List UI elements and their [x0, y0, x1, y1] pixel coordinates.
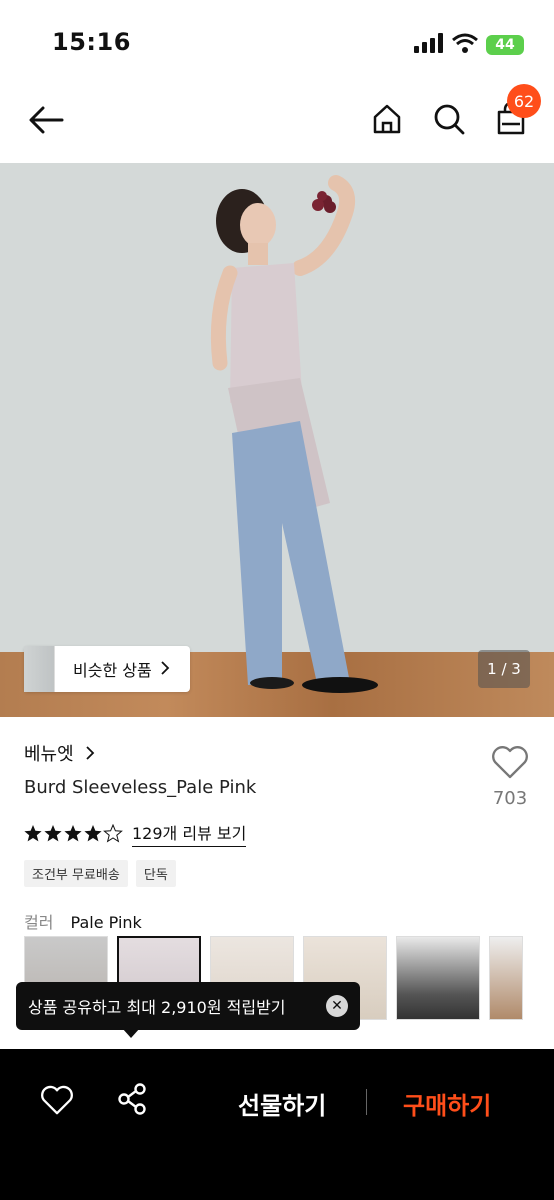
color-value: Pale Pink [70, 913, 142, 932]
buy-button[interactable]: 구매하기 [403, 1086, 491, 1121]
model-illustration [210, 175, 378, 693]
status-bar: 15:16 44 [0, 0, 554, 80]
heart-icon [491, 746, 529, 783]
status-icons: 44 [414, 33, 524, 57]
close-icon[interactable]: ✕ [326, 995, 348, 1017]
color-swatch[interactable] [489, 936, 523, 1020]
brand-link[interactable]: 베뉴엣 [24, 740, 95, 766]
signal-icon [414, 33, 444, 57]
heart-icon[interactable] [38, 1083, 76, 1117]
tooltip-arrow [122, 1028, 140, 1038]
color-option-row: 컬러 Pale Pink [24, 909, 142, 933]
product-tags: 조건부 무료배송 단독 [24, 860, 176, 887]
like-button[interactable] [488, 745, 532, 783]
tooltip-text: 상품 공유하고 최대 2,910원 적립받기 [28, 998, 286, 1017]
cart-count-badge: 62 [507, 84, 541, 118]
tag-free-shipping: 조건부 무료배송 [24, 860, 128, 887]
back-icon[interactable] [26, 100, 66, 140]
product-image[interactable]: 비슷한 상품 1 / 3 [0, 163, 554, 717]
status-time: 15:16 [52, 28, 131, 56]
tag-exclusive: 단독 [135, 860, 176, 887]
similar-thumbnail [24, 646, 55, 692]
action-divider [366, 1089, 367, 1115]
rating-row: 129개 리뷰 보기 [24, 820, 247, 847]
similar-products-label: 비슷한 상품 [73, 661, 152, 680]
share-icon[interactable] [114, 1081, 150, 1117]
search-icon[interactable] [430, 100, 468, 138]
star-rating [24, 823, 123, 842]
color-key-label: 컬러 [24, 913, 54, 932]
image-page-counter: 1 / 3 [478, 650, 530, 688]
gift-button[interactable]: 선물하기 [238, 1086, 326, 1121]
like-count: 703 [492, 788, 528, 809]
top-nav [0, 80, 554, 162]
chevron-right-icon [160, 660, 170, 679]
wifi-icon [452, 33, 478, 57]
battery-icon: 44 [486, 35, 524, 55]
color-swatch[interactable] [396, 936, 480, 1020]
product-title: Burd Sleeveless_Pale Pink [24, 777, 257, 798]
reviews-link[interactable]: 129개 리뷰 보기 [132, 820, 247, 847]
brand-name: 베뉴엣 [24, 744, 74, 765]
bottom-action-bar [0, 1049, 554, 1200]
home-icon[interactable] [368, 100, 406, 138]
similar-products-button[interactable]: 비슷한 상품 [24, 646, 190, 692]
share-reward-tooltip: 상품 공유하고 최대 2,910원 적립받기 ✕ [16, 982, 360, 1030]
chevron-right-icon [85, 744, 95, 765]
